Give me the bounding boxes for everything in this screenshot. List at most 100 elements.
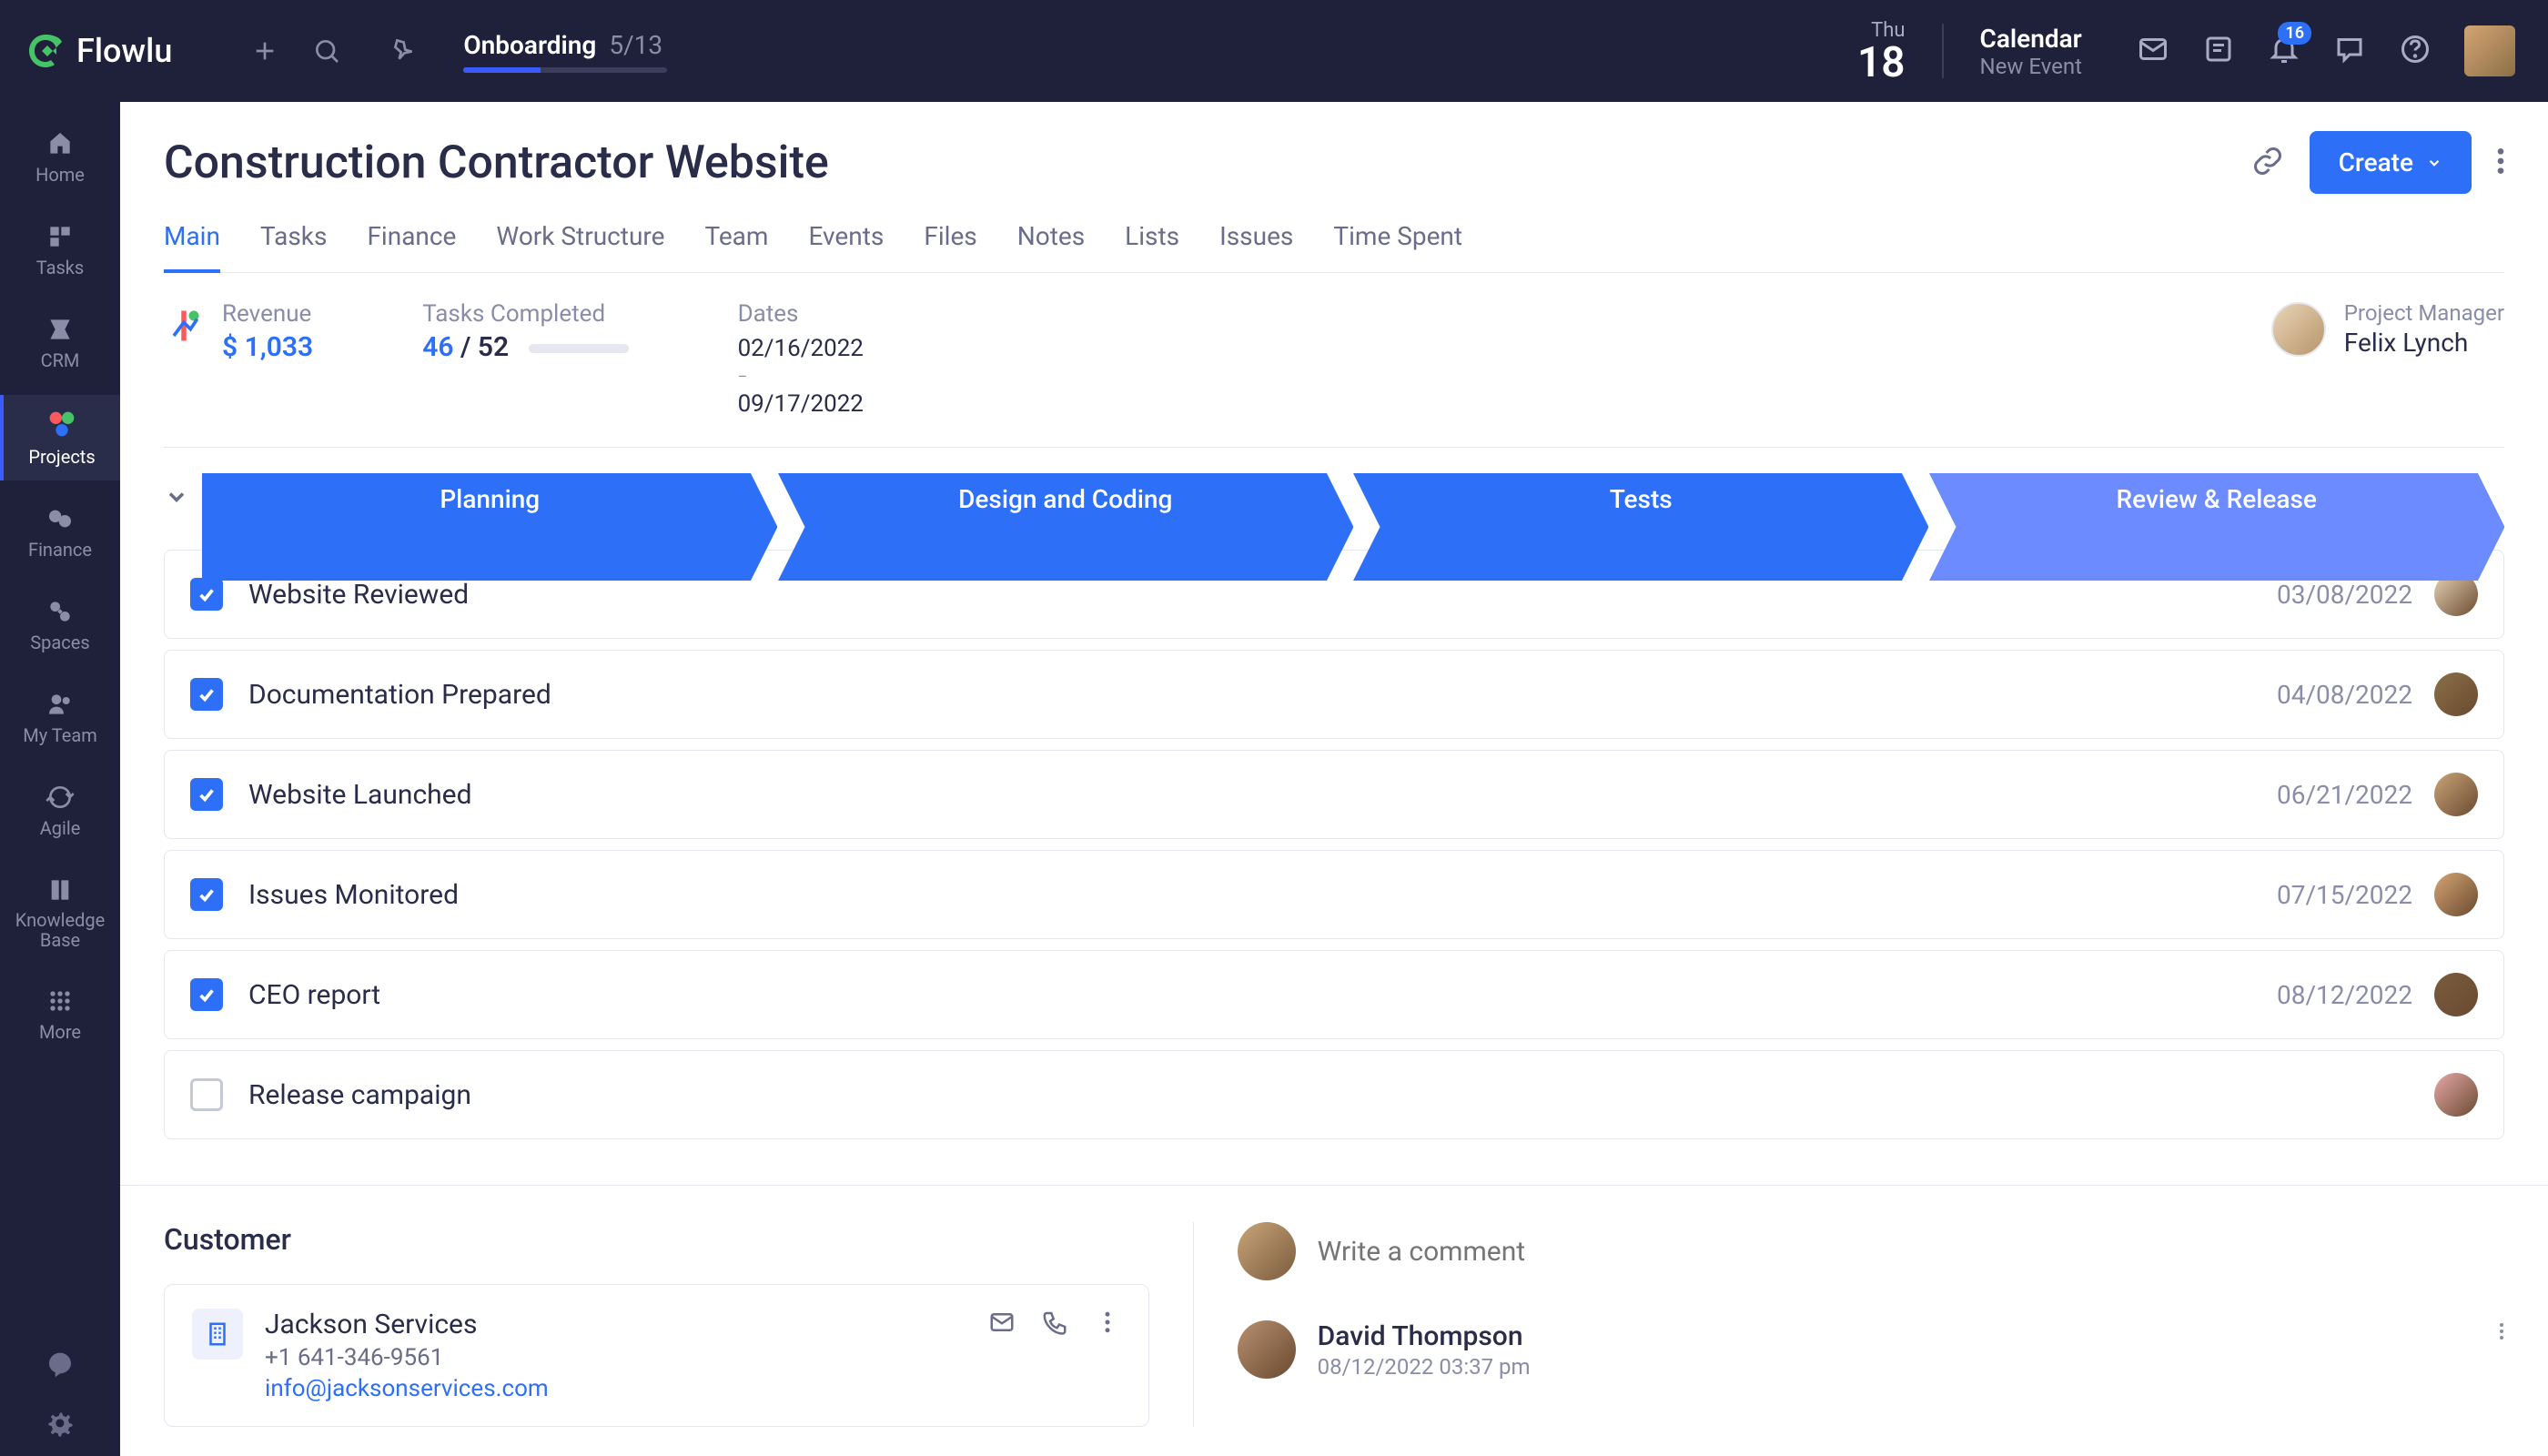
sidebar-item-myteam[interactable]: My Team xyxy=(0,677,120,759)
brand-name: Flowlu xyxy=(76,32,172,70)
task-assignee-avatar[interactable] xyxy=(2434,873,2478,916)
create-button[interactable]: Create xyxy=(2310,131,2472,194)
comment-input-row xyxy=(1238,1222,2504,1280)
revenue-stat: Revenue $ 1,033 xyxy=(164,300,313,363)
tab-lists[interactable]: Lists xyxy=(1125,210,1179,272)
pin-icon[interactable] xyxy=(383,31,423,71)
task-row[interactable]: Issues Monitored 07/15/2022 xyxy=(164,850,2504,939)
task-date: 06/21/2022 xyxy=(2277,780,2412,810)
stage-design-and-coding[interactable]: Design and Coding xyxy=(778,473,1354,524)
customer-card[interactable]: Jackson Services +1 641-346-9561 info@ja… xyxy=(164,1284,1149,1427)
task-checkbox[interactable] xyxy=(190,878,223,911)
current-user-avatar xyxy=(1238,1222,1296,1280)
task-date: 04/08/2022 xyxy=(2277,680,2412,710)
comment-input[interactable] xyxy=(1318,1236,2504,1268)
task-date: 08/12/2022 xyxy=(2277,980,2412,1010)
create-button-label: Create xyxy=(2339,147,2413,177)
comment-author-avatar[interactable] xyxy=(1238,1320,1296,1379)
gear-icon[interactable] xyxy=(46,1409,75,1438)
page-title: Construction Contractor Website xyxy=(164,136,829,189)
customer-email[interactable]: info@jacksonservices.com xyxy=(265,1375,966,1402)
tab-files[interactable]: Files xyxy=(924,210,976,272)
task-row[interactable]: Release campaign xyxy=(164,1050,2504,1139)
task-assignee-avatar[interactable] xyxy=(2434,973,2478,1016)
tab-events[interactable]: Events xyxy=(808,210,884,272)
onboarding-label: Onboarding xyxy=(463,30,596,60)
revenue-value: $ 1,033 xyxy=(222,331,313,363)
sidebar-item-projects[interactable]: Projects xyxy=(0,395,120,480)
task-title: Documentation Prepared xyxy=(248,679,551,711)
customer-name: Jackson Services xyxy=(265,1309,966,1340)
sidebar-item-label: Tasks xyxy=(36,257,85,278)
collapse-toggle[interactable] xyxy=(164,484,189,513)
tasks-progress-bar xyxy=(529,344,629,353)
task-assignee-avatar[interactable] xyxy=(2434,773,2478,816)
sidebar-item-finance[interactable]: Finance xyxy=(0,491,120,573)
task-date: 07/15/2022 xyxy=(2277,880,2412,910)
search-icon[interactable] xyxy=(307,31,347,71)
user-avatar[interactable] xyxy=(2464,25,2515,76)
calendar-widget[interactable]: Calendar New Event xyxy=(1980,24,2082,79)
task-checkbox[interactable] xyxy=(190,678,223,711)
main-content: Construction Contractor Website Create M… xyxy=(120,102,2548,1456)
logo[interactable]: Flowlu xyxy=(25,31,172,71)
task-checkbox[interactable] xyxy=(190,578,223,611)
task-row[interactable]: Website Launched06/21/2022 xyxy=(164,750,2504,839)
calendar-subtitle: New Event xyxy=(1980,54,2082,79)
sidebar-item-knowledge[interactable]: Knowledge Base xyxy=(0,863,120,963)
comment-author: David Thompson xyxy=(1318,1320,2477,1352)
projects-icon xyxy=(46,408,78,440)
sidebar-item-agile[interactable]: Agile xyxy=(0,770,120,852)
tab-time-spent[interactable]: Time Spent xyxy=(1333,210,1462,272)
stage-review-release[interactable]: Review & Release xyxy=(1929,473,2505,524)
tab-notes[interactable]: Notes xyxy=(1017,210,1085,272)
sidebar-item-label: Finance xyxy=(28,539,92,561)
revenue-label: Revenue xyxy=(222,300,313,328)
task-assignee-avatar[interactable] xyxy=(2434,672,2478,716)
tab-work-structure[interactable]: Work Structure xyxy=(496,210,664,272)
bell-icon[interactable]: 16 xyxy=(2268,33,2300,69)
feedback-icon[interactable] xyxy=(46,1350,75,1380)
tab-team[interactable]: Team xyxy=(704,210,768,272)
email-icon[interactable] xyxy=(988,1309,1016,1336)
task-row[interactable]: Documentation Prepared 04/08/2022 xyxy=(164,650,2504,739)
task-title: Release campaign xyxy=(248,1079,471,1111)
date-widget[interactable]: Thu 18 xyxy=(1857,19,1906,84)
tab-main[interactable]: Main xyxy=(164,210,220,273)
note-icon[interactable] xyxy=(2202,33,2235,69)
tasks-total-count: 52 xyxy=(478,331,509,363)
phone-icon[interactable] xyxy=(1041,1309,1068,1336)
stage-planning[interactable]: Planning xyxy=(202,473,778,524)
customer-panel-title: Customer xyxy=(164,1222,1149,1257)
sidebar-item-crm[interactable]: CRM xyxy=(0,302,120,384)
add-icon[interactable] xyxy=(245,31,285,71)
onboarding-widget[interactable]: Onboarding 5/13 xyxy=(463,30,667,73)
sidebar-item-home[interactable]: Home xyxy=(0,116,120,198)
sidebar-item-more[interactable]: More xyxy=(0,974,120,1056)
tasks-done-count: 46 xyxy=(422,331,453,363)
task-title: Issues Monitored xyxy=(248,879,459,911)
tab-finance[interactable]: Finance xyxy=(367,210,456,272)
task-row[interactable]: CEO report08/12/2022 xyxy=(164,950,2504,1039)
link-icon[interactable] xyxy=(2251,145,2284,181)
tab-tasks[interactable]: Tasks xyxy=(260,210,328,272)
stage-tests[interactable]: Tests xyxy=(1353,473,1929,524)
mail-icon[interactable] xyxy=(2137,33,2169,69)
more-icon[interactable] xyxy=(1094,1309,1121,1336)
chat-icon[interactable] xyxy=(2333,33,2366,69)
comment-more-icon[interactable] xyxy=(2499,1320,2504,1346)
task-assignee-avatar[interactable] xyxy=(2434,1073,2478,1117)
sidebar-item-label: CRM xyxy=(41,349,80,371)
task-checkbox[interactable] xyxy=(190,778,223,811)
comments-panel: David Thompson 08/12/2022 03:37 pm xyxy=(1194,1222,2504,1427)
sidebar: Home Tasks CRM Projects Finance Spaces M… xyxy=(0,0,120,1456)
sidebar-item-tasks[interactable]: Tasks xyxy=(0,209,120,291)
task-checkbox[interactable] xyxy=(190,978,223,1011)
tab-issues[interactable]: Issues xyxy=(1219,210,1293,272)
tasks-completed-label: Tasks Completed xyxy=(422,300,628,328)
more-menu-icon[interactable] xyxy=(2497,147,2504,179)
task-checkbox[interactable] xyxy=(190,1078,223,1111)
sidebar-item-spaces[interactable]: Spaces xyxy=(0,584,120,666)
help-icon[interactable] xyxy=(2399,33,2432,69)
manager-avatar[interactable] xyxy=(2271,302,2326,357)
